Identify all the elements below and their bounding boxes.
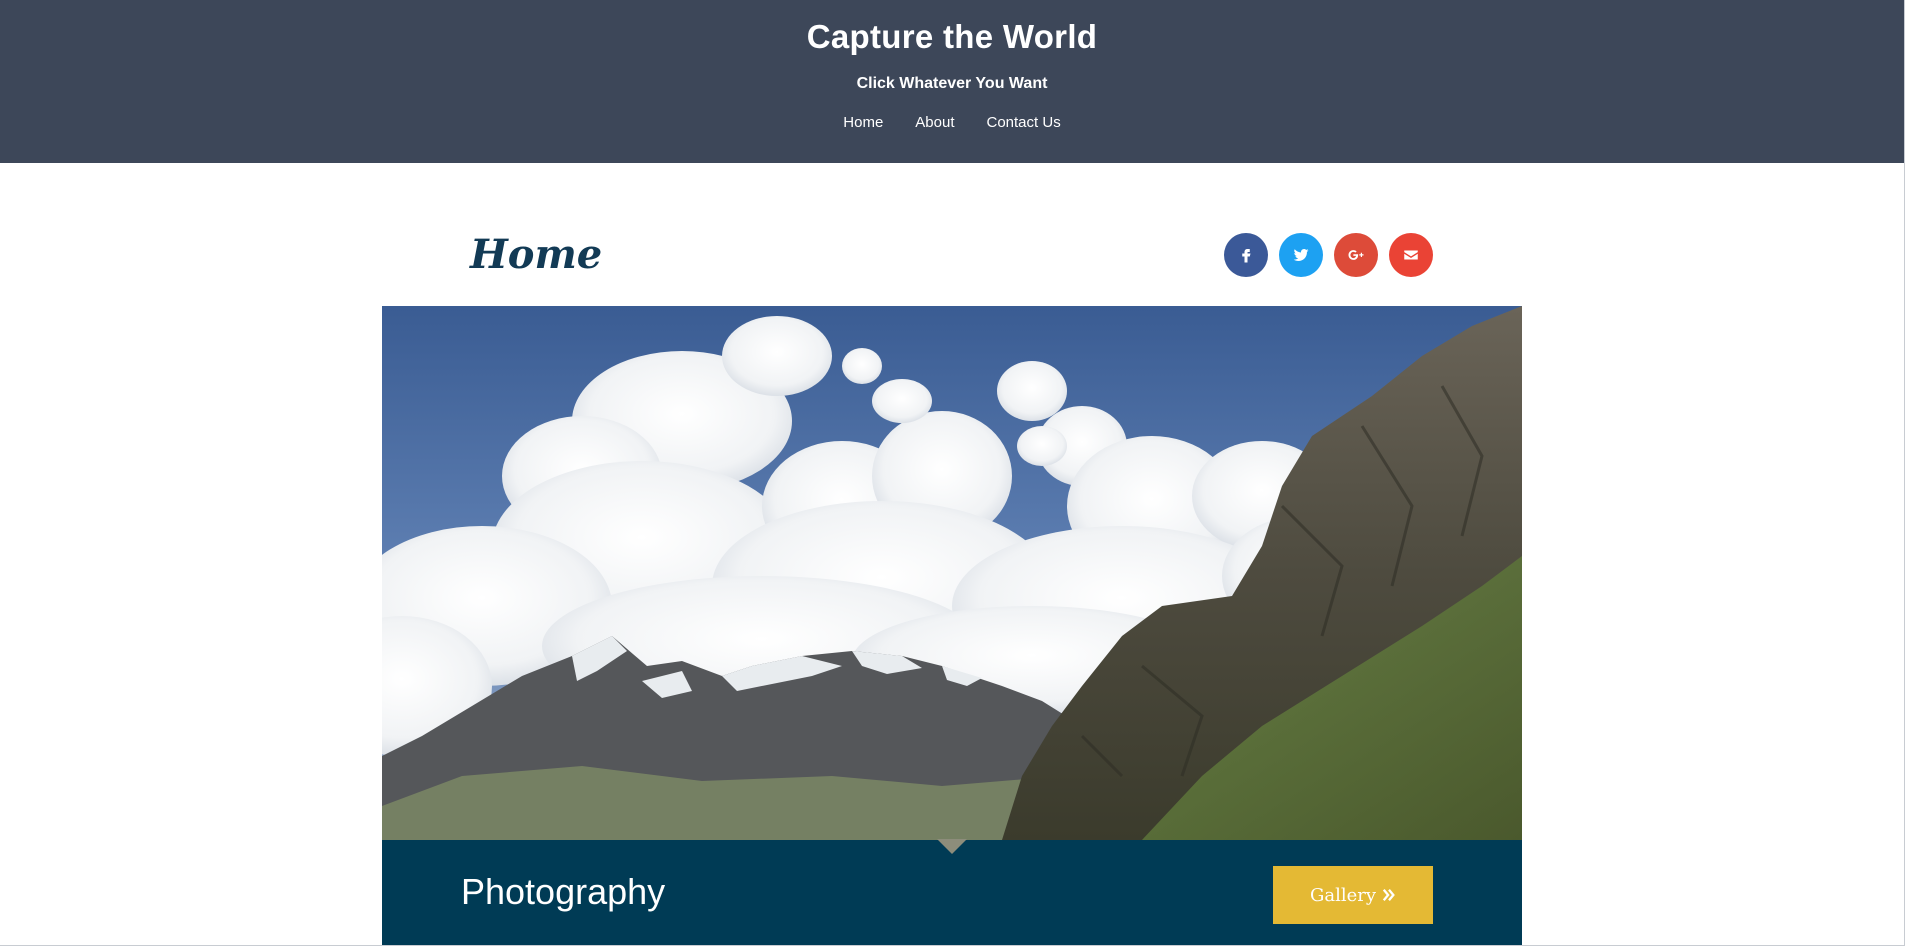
page-heading: Home bbox=[470, 231, 603, 278]
site-header: Capture the World Click Whatever You Wan… bbox=[0, 0, 1904, 163]
gallery-button[interactable]: Gallery bbox=[1273, 866, 1433, 924]
gallery-button-label: Gallery bbox=[1309, 884, 1377, 906]
twitter-icon bbox=[1293, 248, 1309, 261]
site-tagline: Click Whatever You Want bbox=[856, 75, 1048, 92]
caption-bar: Photography Gallery bbox=[382, 839, 1522, 945]
google-plus-icon bbox=[1348, 250, 1364, 260]
nav-about-link[interactable]: About bbox=[915, 114, 954, 131]
mountains-clouds-photo bbox=[382, 306, 1522, 840]
twitter-button[interactable] bbox=[1279, 233, 1323, 277]
facebook-button[interactable] bbox=[1224, 233, 1268, 277]
page: Capture the World Click Whatever You Wan… bbox=[0, 0, 1905, 946]
email-button[interactable] bbox=[1389, 233, 1433, 277]
double-chevron-right-icon bbox=[1382, 889, 1395, 901]
nav-home-link[interactable]: Home bbox=[843, 114, 883, 131]
social-links bbox=[1224, 233, 1433, 277]
caption-title: Photography bbox=[461, 871, 666, 912]
main-content: Home Photography Gallery bbox=[382, 163, 1522, 945]
nav-contact-link[interactable]: Contact Us bbox=[987, 114, 1061, 131]
main-nav: Home About Contact Us bbox=[0, 114, 1904, 131]
envelope-icon bbox=[1404, 250, 1418, 260]
caption-notch bbox=[937, 839, 967, 854]
facebook-icon bbox=[1242, 249, 1251, 263]
hero-image bbox=[382, 306, 1522, 840]
site-title: Capture the World bbox=[806, 18, 1098, 55]
google-plus-button[interactable] bbox=[1334, 233, 1378, 277]
